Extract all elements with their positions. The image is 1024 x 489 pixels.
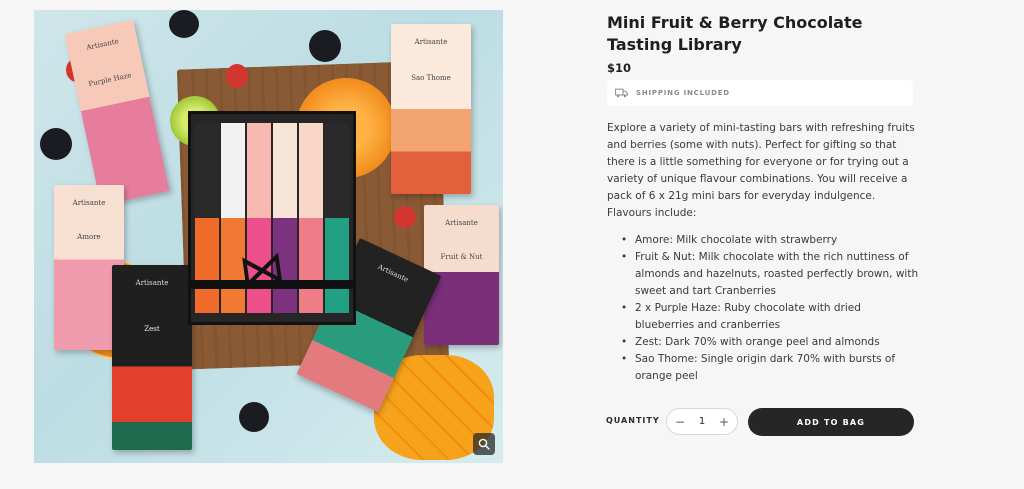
pack-purple-haze: Artisante Purple Haze <box>64 19 170 206</box>
pack-brand: Artisante <box>72 199 106 207</box>
quantity-stepper: − 1 + <box>666 408 738 435</box>
pack-sao-thome: Artisante Sao Thome <box>391 24 471 194</box>
raspberry <box>226 64 248 88</box>
zoom-button[interactable] <box>473 433 495 455</box>
list-item: Sao Thome: Single origin dark 70% with b… <box>621 351 921 385</box>
quantity-input[interactable]: 1 <box>699 416 705 427</box>
berry <box>309 30 341 62</box>
list-item: Fruit & Nut: Milk chocolate with the ric… <box>621 249 921 300</box>
pack-flavour: Zest <box>144 325 160 333</box>
increase-button[interactable]: + <box>719 415 729 429</box>
pack-brand: Artisante <box>414 38 448 46</box>
bow-icon: ⋈ <box>235 239 289 299</box>
pack-flavour: Purple Haze <box>87 71 133 89</box>
quantity-label: QUANTITY <box>606 416 660 425</box>
shipping-badge: SHIPPING INCLUDED <box>607 80 913 106</box>
shipping-label: SHIPPING INCLUDED <box>636 89 730 97</box>
pack-brand: Artisante <box>135 279 169 287</box>
decrease-button[interactable]: − <box>675 415 685 429</box>
pack-brand: Artisante <box>85 37 120 52</box>
add-to-bag-button[interactable]: ADD TO BAG <box>748 408 914 436</box>
product-description: Explore a variety of mini-tasting bars w… <box>607 122 915 219</box>
list-item: 2 x Purple Haze: Ruby chocolate with dri… <box>621 300 921 334</box>
flavour-list: Amore: Milk chocolate with strawberry Fr… <box>621 232 921 385</box>
berry <box>239 402 269 432</box>
list-item: Zest: Dark 70% with orange peel and almo… <box>621 334 921 351</box>
pack-flavour: Amore <box>77 233 101 241</box>
product-image[interactable]: Artisante Purple Haze Artisante Sao Thom… <box>34 10 503 463</box>
zoom-icon <box>478 438 490 450</box>
pack-brand: Artisante <box>445 219 478 227</box>
raspberry <box>394 206 416 228</box>
list-item: Amore: Milk chocolate with strawberry <box>621 232 921 249</box>
pack-flavour: Sao Thome <box>411 74 451 82</box>
berry <box>169 10 199 38</box>
pack-zest: Artisante Zest <box>112 265 192 450</box>
berry <box>40 128 72 160</box>
truck-icon <box>615 88 628 98</box>
product-price: $10 <box>607 61 632 75</box>
product-title: Mini Fruit & Berry Chocolate Tasting Lib… <box>607 13 863 54</box>
pack-flavour: Fruit & Nut <box>440 253 483 261</box>
